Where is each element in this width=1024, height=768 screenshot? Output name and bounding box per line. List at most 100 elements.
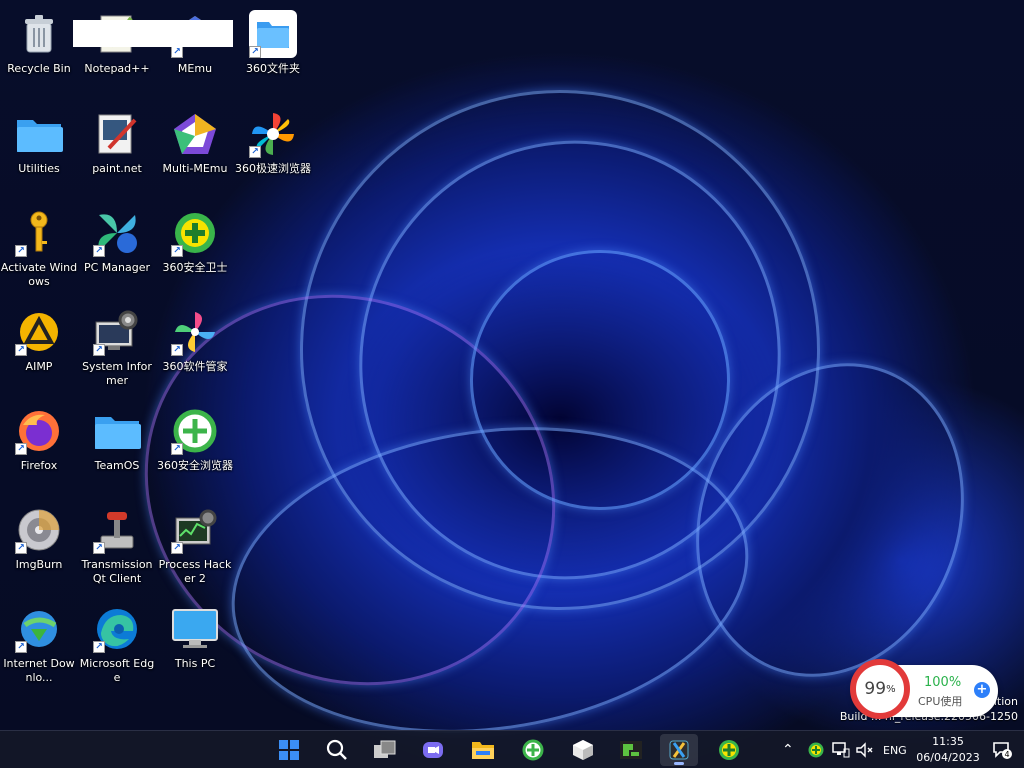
desktop-icon-360-speed-browser[interactable]: ↗ 360极速浏览器 <box>234 104 312 200</box>
start-button[interactable] <box>270 734 308 766</box>
imgburn-icon: ↗ <box>15 506 63 554</box>
plus-icon[interactable]: + <box>974 682 990 698</box>
taskbar-green-app[interactable] <box>612 734 650 766</box>
start-icon <box>279 740 299 760</box>
desktop-icon-pc-manager[interactable]: ↗ PC Manager <box>78 203 156 299</box>
desktop-icon-paintnet[interactable]: paint.net <box>78 104 156 200</box>
edge-icon: ↗ <box>93 605 141 653</box>
desktop-icon-360-software-manager[interactable]: ↗ 360软件管家 <box>156 302 234 398</box>
desktop-icon-imgburn[interactable]: ↗ ImgBurn <box>0 500 78 596</box>
desktop-icon-this-pc[interactable]: This PC <box>156 599 234 695</box>
desktop-icon-360-folder[interactable]: ↗ 360文件夹 <box>234 4 312 100</box>
safe-browser-360-icon <box>522 739 544 761</box>
icon-label: Process Hacker 2 <box>158 558 232 585</box>
desktop-icon-aimp[interactable]: ↗ AIMP <box>0 302 78 398</box>
shortcut-arrow-icon: ↗ <box>15 542 27 554</box>
icon-label: 360安全浏览器 <box>157 459 233 472</box>
shortcut-arrow-icon: ↗ <box>249 146 261 158</box>
show-hidden-icons-button[interactable]: ⌃ <box>782 731 794 768</box>
desktop-icon-notepadpp[interactable]: Notepad++ <box>78 4 156 100</box>
language-label: ENG <box>883 743 907 757</box>
cube-app-icon <box>573 740 593 760</box>
search-button[interactable] <box>318 734 356 766</box>
watermark-edition: ition <box>993 695 1018 708</box>
transmission-icon: ↗ <box>93 506 141 554</box>
chat-button[interactable] <box>414 734 452 766</box>
system-informer-icon: ↗ <box>93 308 141 356</box>
language-indicator[interactable]: ENG <box>883 731 907 768</box>
shortcut-arrow-icon: ↗ <box>93 542 105 554</box>
tray-network[interactable] <box>832 731 850 768</box>
desktop-icon-utilities[interactable]: Utilities <box>0 104 78 200</box>
taskbar-cube-app[interactable] <box>564 734 602 766</box>
icon-label: 360极速浏览器 <box>235 162 311 175</box>
desktop-icon-process-hacker[interactable]: ↗ Process Hacker 2 <box>156 500 234 596</box>
tray-360-security[interactable] <box>808 731 824 768</box>
icon-label: Firefox <box>20 459 58 472</box>
icon-label: System Informer <box>82 360 152 387</box>
icon-label: AIMP <box>25 360 53 373</box>
taskbar-360-security[interactable] <box>710 734 748 766</box>
shortcut-arrow-icon: ↗ <box>15 245 27 257</box>
shortcut-arrow-icon: ↗ <box>171 542 183 554</box>
search-icon <box>326 739 347 760</box>
shortcut-arrow-icon: ↗ <box>15 641 27 653</box>
desktop-icon-transmission[interactable]: ↗ Transmission Qt Client <box>78 500 156 596</box>
icon-label: 360文件夹 <box>246 62 300 75</box>
snipping-icon <box>669 740 689 760</box>
key-icon: ↗ <box>15 209 63 257</box>
multi-memu-icon <box>171 110 219 158</box>
folder-icon <box>93 407 141 455</box>
shortcut-arrow-icon: ↗ <box>171 46 183 58</box>
icon-label: MEmu <box>177 62 213 75</box>
task-view-button[interactable] <box>366 734 404 766</box>
firefox-icon: ↗ <box>15 407 63 455</box>
security-360-icon <box>719 740 739 760</box>
shortcut-arrow-icon: ↗ <box>15 344 27 356</box>
taskbar-360-browser[interactable] <box>514 734 552 766</box>
taskbar: ⌃ ENG 11:35 06/04/2023 4 <box>0 730 1024 768</box>
chat-icon <box>423 742 443 758</box>
icon-label: TeamOS <box>94 459 140 472</box>
desktop-icon-memu[interactable]: ↗ MEmu <box>156 4 234 100</box>
redacted-area <box>73 20 233 47</box>
shortcut-arrow-icon: ↗ <box>171 443 183 455</box>
desktop: Recycle Bin Utilities ↗ Activate Windows… <box>0 0 1024 730</box>
desktop-icon-360-safe-browser[interactable]: ↗ 360安全浏览器 <box>156 401 234 497</box>
desktop-icon-360-security[interactable]: ↗ 360安全卫士 <box>156 203 234 299</box>
notification-center-button[interactable]: 4 <box>992 731 1012 768</box>
icon-label: Utilities <box>18 162 60 175</box>
network-icon <box>832 742 850 758</box>
task-view-icon <box>374 740 396 758</box>
desktop-icon-microsoft-edge[interactable]: ↗ Microsoft Edge <box>78 599 156 695</box>
desktop-icon-teamos[interactable]: TeamOS <box>78 401 156 497</box>
file-explorer-button[interactable] <box>464 734 502 766</box>
security-360-icon: ↗ <box>171 209 219 257</box>
tray-volume[interactable] <box>856 731 874 768</box>
clock[interactable]: 11:35 06/04/2023 <box>912 734 984 766</box>
folder-360-icon: ↗ <box>249 10 297 58</box>
software-360-icon: ↗ <box>171 308 219 356</box>
shortcut-arrow-icon: ↗ <box>171 245 183 257</box>
desktop-icon-system-informer[interactable]: ↗ System Informer <box>78 302 156 398</box>
clock-date: 06/04/2023 <box>916 751 980 764</box>
desktop-icon-recycle-bin[interactable]: Recycle Bin <box>0 4 78 100</box>
file-explorer-icon <box>472 742 494 759</box>
icon-label: Microsoft Edge <box>79 657 155 684</box>
shortcut-arrow-icon: ↗ <box>15 443 27 455</box>
desktop-icon-multi-memu[interactable]: Multi-MEmu <box>156 104 234 200</box>
desktop-icon-activate-windows[interactable]: ↗ Activate Windows <box>0 203 78 299</box>
cpu-usage-unit: % <box>886 683 896 695</box>
cpu-usage-widget[interactable]: 99% 100% CPU使用 + <box>850 659 998 719</box>
icon-label: 360安全卫士 <box>162 261 228 274</box>
paintnet-icon <box>93 110 141 158</box>
shortcut-arrow-icon: ↗ <box>249 46 261 58</box>
desktop-icon-internet-download-manager[interactable]: ↗ Internet Downlo... <box>0 599 78 695</box>
aimp-icon: ↗ <box>15 308 63 356</box>
icon-label: PC Manager <box>83 261 151 274</box>
desktop-icon-firefox[interactable]: ↗ Firefox <box>0 401 78 497</box>
taskbar-snipping-app[interactable] <box>660 734 698 766</box>
safe-browser-360-icon: ↗ <box>171 407 219 455</box>
shortcut-arrow-icon: ↗ <box>93 641 105 653</box>
cpu-usage-value: 99 <box>864 679 887 699</box>
